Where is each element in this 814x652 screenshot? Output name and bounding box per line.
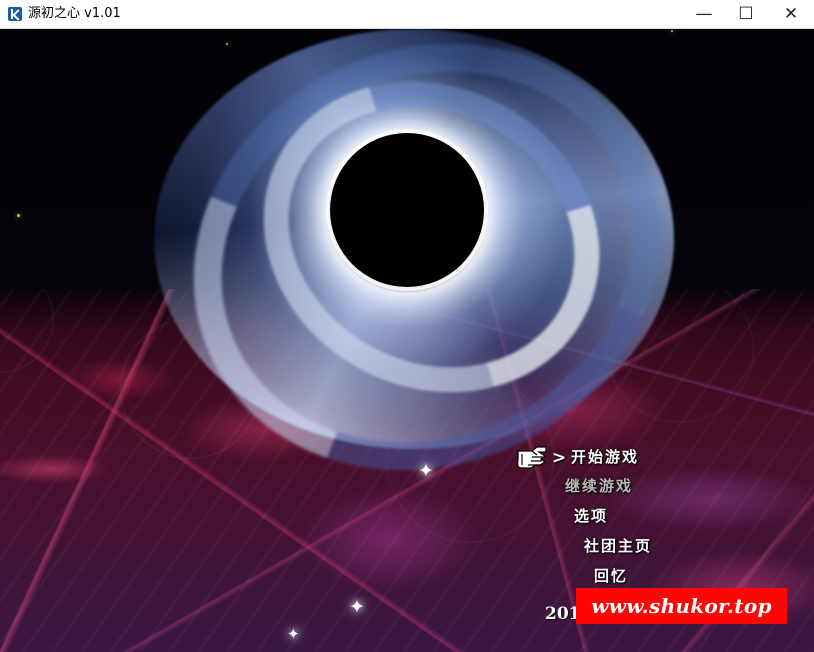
sparkle-icon: ✦: [418, 460, 434, 482]
menu-options[interactable]: 选项: [574, 505, 608, 526]
star-decoration: [226, 43, 228, 45]
menu-club-homepage[interactable]: 社团主页: [584, 535, 652, 556]
window-titlebar: 源初之心 v1.01 — ☐ ✕: [0, 0, 814, 29]
close-button[interactable]: ✕: [768, 0, 814, 29]
menu-continue-game[interactable]: 继续游戏: [565, 475, 633, 496]
watermark-banner: www.shukor.top: [576, 588, 787, 624]
menu-start-game[interactable]: 开始游戏: [571, 446, 639, 467]
minimize-button[interactable]: —: [681, 0, 727, 29]
pointing-hand-icon: [517, 446, 547, 469]
app-icon: [8, 7, 22, 21]
star-decoration: [17, 214, 20, 217]
maximize-button[interactable]: ☐: [723, 0, 769, 29]
star-decoration: [671, 30, 673, 32]
sparkle-icon: ✦: [349, 596, 365, 618]
title-screen: ✦ ✦ ✦ > 开始游戏 继续游戏 选项 社团主页 回忆 201 www.shu…: [0, 29, 814, 652]
window-title: 源初之心 v1.01: [28, 6, 121, 21]
game-window: 源初之心 v1.01 — ☐ ✕ ✦ ✦ ✦ > 开始游戏 继续游戏 选项 社团…: [0, 0, 814, 652]
menu-memories[interactable]: 回忆: [594, 565, 628, 586]
black-hole: [330, 133, 484, 287]
selection-arrow: >: [552, 448, 567, 468]
sparkle-icon: ✦: [287, 625, 300, 643]
